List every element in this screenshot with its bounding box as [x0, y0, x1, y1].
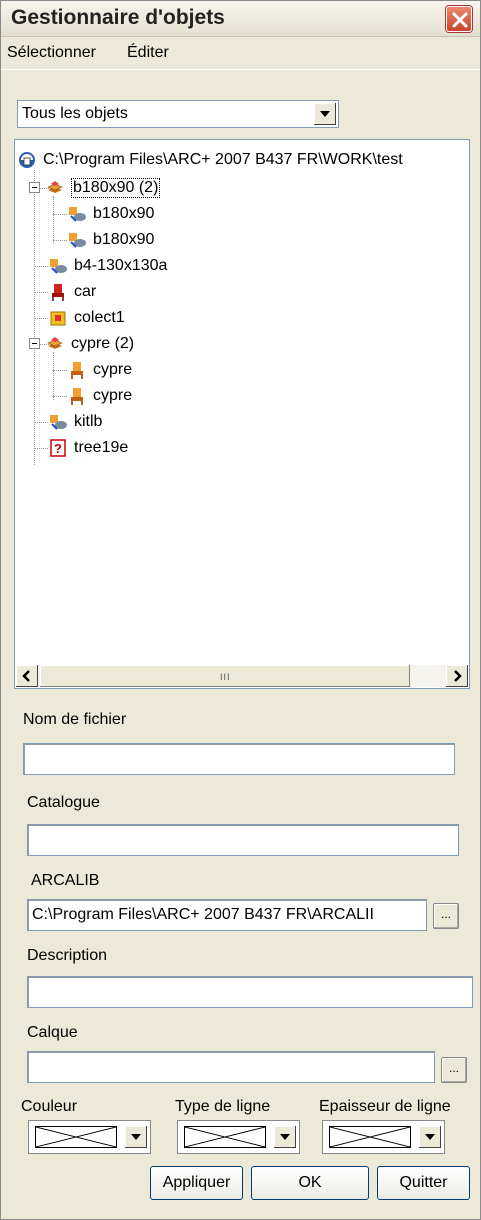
ok-button[interactable]: OK: [251, 1166, 369, 1200]
layers-icon: [47, 337, 63, 349]
tree-root-label: C:\Program Files\ARC+ 2007 B437 FR\WORK\…: [43, 151, 403, 168]
collapse-toggle[interactable]: [29, 338, 40, 349]
menu-selectionner[interactable]: Sélectionner: [7, 44, 96, 62]
scroll-thumb[interactable]: III: [40, 665, 410, 687]
tree-node[interactable]: b180x90: [67, 202, 154, 226]
tree-node[interactable]: ? tree19e: [48, 436, 128, 460]
line-weight-select[interactable]: [322, 1120, 445, 1154]
chair-icon: [71, 388, 83, 405]
tree-node[interactable]: b180x90 (2): [45, 176, 161, 200]
chevron-down-icon[interactable]: [418, 1125, 442, 1149]
tree-node[interactable]: cypre: [67, 358, 132, 382]
tree-node[interactable]: cypre (2): [45, 332, 134, 356]
tree-node[interactable]: cypre: [67, 384, 132, 408]
tree-node-label: cypre (2): [71, 335, 135, 352]
apply-button[interactable]: Appliquer: [150, 1166, 243, 1200]
object-manager-window: Gestionnaire d'objets Sélectionner Édite…: [0, 0, 481, 1220]
arcalib-field[interactable]: C:\Program Files\ARC+ 2007 B437 FR\ARCAL…: [27, 899, 427, 931]
svg-text:?: ?: [54, 441, 62, 456]
chair-icon: [52, 284, 64, 301]
color-select[interactable]: [28, 1120, 151, 1154]
arcalib-label: ARCALIB: [31, 872, 100, 889]
chevron-down-icon[interactable]: [273, 1125, 297, 1149]
horizontal-scrollbar[interactable]: III: [16, 665, 468, 687]
tree-node[interactable]: b180x90: [67, 228, 154, 252]
object-filter-value: Tous les objets: [22, 105, 128, 122]
line-type-select[interactable]: [177, 1120, 300, 1154]
empty-swatch-icon: [184, 1126, 266, 1148]
chevron-down-icon[interactable]: [124, 1125, 148, 1149]
collapse-toggle[interactable]: [29, 182, 40, 193]
tree-node-label: b180x90: [93, 231, 155, 248]
quit-button[interactable]: Quitter: [377, 1166, 470, 1200]
scroll-left-button[interactable]: [16, 665, 38, 687]
tree-node-label: cypre: [93, 361, 133, 378]
scroll-grip: III: [220, 672, 231, 682]
tree-node[interactable]: car: [48, 280, 96, 304]
line-type-label: Type de ligne: [175, 1098, 271, 1115]
tree-node[interactable]: kitlb: [48, 410, 102, 434]
description-field[interactable]: [27, 976, 473, 1008]
tree-node-label: car: [74, 283, 97, 300]
scroll-right-button[interactable]: [446, 665, 468, 687]
window-title: Gestionnaire d'objets: [11, 6, 225, 29]
empty-swatch-icon: [329, 1126, 411, 1148]
object-filter-select[interactable]: Tous les objets: [17, 100, 339, 128]
unknown-icon: ?: [50, 439, 66, 457]
tree-node-label: b180x90 (2): [71, 178, 161, 198]
calque-label: Calque: [27, 1024, 78, 1041]
filename-field[interactable]: [23, 743, 455, 775]
chevron-down-icon[interactable]: [313, 102, 337, 126]
tree-root[interactable]: C:\Program Files\ARC+ 2007 B437 FR\WORK\…: [17, 148, 403, 172]
block-icon: [69, 207, 86, 222]
tree-node-label: colect1: [74, 309, 125, 326]
menu-bar: Sélectionner Éditer: [1, 38, 480, 70]
couleur-label: Couleur: [21, 1098, 78, 1115]
globe-folder-icon: [19, 152, 35, 168]
object-tree[interactable]: C:\Program Files\ARC+ 2007 B437 FR\WORK\…: [14, 139, 470, 689]
empty-swatch-icon: [35, 1126, 117, 1148]
calque-field[interactable]: [27, 1051, 435, 1083]
tree-node-label: tree19e: [74, 439, 129, 456]
menu-editer[interactable]: Éditer: [127, 44, 169, 62]
tree-node-label: kitlb: [74, 413, 103, 430]
tree-node-label: cypre: [93, 387, 133, 404]
tree-node-label: b4-130x130a: [74, 257, 168, 274]
block-icon: [50, 259, 67, 274]
catalogue-field[interactable]: [27, 824, 459, 856]
arcalib-browse-button[interactable]: ...: [433, 903, 459, 929]
calque-browse-button[interactable]: ...: [441, 1057, 467, 1083]
chevron-right-icon: [454, 670, 462, 682]
line-weight-label: Epaisseur de ligne: [319, 1098, 451, 1115]
tree-node[interactable]: b4-130x130a: [48, 254, 167, 278]
close-icon: [452, 12, 468, 28]
chevron-left-icon: [22, 670, 30, 682]
block-icon: [50, 415, 67, 430]
description-label: Description: [27, 947, 108, 964]
tree-node-label: b180x90: [93, 205, 155, 222]
block-icon: [69, 233, 86, 248]
filename-label: Nom de fichier: [23, 711, 127, 728]
layers-icon: [47, 181, 63, 193]
title-bar: Gestionnaire d'objets: [1, 1, 480, 37]
chair-icon: [71, 362, 83, 379]
tree-node[interactable]: colect1: [48, 306, 125, 330]
catalogue-label: Catalogue: [27, 794, 100, 811]
close-button[interactable]: [446, 6, 472, 32]
collection-icon: [50, 311, 66, 326]
